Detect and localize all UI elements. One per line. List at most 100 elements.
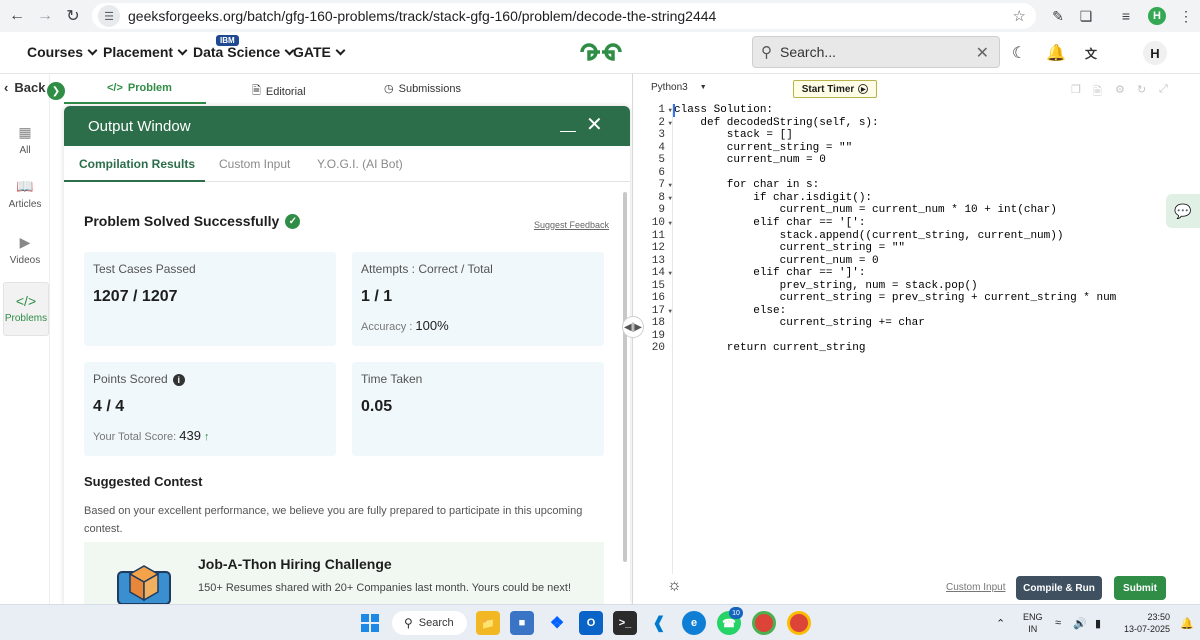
clock[interactable]: 23:50 13-07-2025 <box>1122 611 1170 635</box>
expand-sidebar-button[interactable]: ❯ <box>47 82 65 100</box>
fold-arrow-icon[interactable]: ▼ <box>668 182 672 189</box>
tab-problem[interactable]: </> Problem <box>107 82 172 94</box>
contest-name[interactable]: Job-A-Thon Hiring Challenge <box>198 556 392 572</box>
fullscreen-icon[interactable]: ⤢ <box>1159 83 1168 96</box>
menu-gate[interactable]: GATE <box>293 44 346 60</box>
sidebar-item-articles[interactable]: 📖 Articles <box>0 178 50 210</box>
language-select[interactable]: Python3 ▼ <box>651 82 707 93</box>
translate-icon[interactable]: 文 <box>1080 42 1102 64</box>
site-info-icon[interactable]: ☰ <box>98 5 120 27</box>
suggest-feedback-link[interactable]: Suggest Feedback <box>534 220 609 230</box>
user-avatar[interactable]: H <box>1143 41 1167 65</box>
address-bar[interactable]: ☰ geeksforgeeks.org/batch/gfg-160-proble… <box>92 3 1036 29</box>
menu-placement[interactable]: Placement <box>103 44 188 60</box>
battery-icon[interactable]: ▮ <box>1095 617 1101 630</box>
notification-bell-icon[interactable]: 🔔 <box>1045 42 1067 64</box>
fold-arrow-icon[interactable]: ▼ <box>668 107 672 114</box>
code-line[interactable]: return current_string <box>674 342 866 354</box>
media-icon[interactable]: ≡ <box>1114 4 1138 28</box>
clear-search-icon[interactable]: ✕ <box>976 43 989 63</box>
wifi-icon[interactable]: ≈ <box>1055 617 1061 629</box>
tab-compilation-results[interactable]: Compilation Results <box>79 157 195 171</box>
gfg-logo[interactable] <box>576 40 626 64</box>
code-line[interactable]: stack = [] <box>674 129 793 141</box>
file-explorer-icon[interactable]: 📁 <box>476 611 500 635</box>
tab-custom-input[interactable]: Custom Input <box>219 157 290 171</box>
dark-mode-moon-icon[interactable]: ☾ <box>1008 42 1030 64</box>
menu-courses[interactable]: Courses <box>27 44 98 60</box>
code-line[interactable]: elif char == ']': <box>674 267 865 279</box>
tray-expand-icon[interactable]: ⌃ <box>996 617 1005 630</box>
taskbar-search[interactable]: ⚲ Search <box>392 611 467 635</box>
pen-icon[interactable]: ✎ <box>1046 4 1070 28</box>
tab-yogi-ai-bot[interactable]: Y.O.G.I. (AI Bot) <box>317 157 403 171</box>
terminal-icon[interactable]: >_ <box>613 611 637 635</box>
settings-icon[interactable]: ⚙ <box>1115 83 1125 96</box>
submit-button[interactable]: Submit <box>1114 576 1166 600</box>
code-line[interactable]: current_num = current_num * 10 + int(cha… <box>674 204 1057 216</box>
minimize-icon[interactable] <box>560 120 576 132</box>
code-line[interactable]: else: <box>674 305 786 317</box>
reload-icon[interactable]: ↻ <box>60 3 86 29</box>
code-line[interactable]: current_num = 0 <box>674 255 879 267</box>
code-line[interactable]: stack.append((current_string, current_nu… <box>674 230 1064 242</box>
info-icon[interactable]: i <box>172 374 185 386</box>
store-icon[interactable]: ■ <box>510 611 534 635</box>
code-line[interactable]: if char.isdigit(): <box>674 192 872 204</box>
code-line[interactable]: current_string = "" <box>674 142 852 154</box>
code-line[interactable]: elif char == '[': <box>674 217 865 229</box>
file-icon[interactable]: 🗎 <box>1093 83 1102 102</box>
fold-arrow-icon[interactable]: ▼ <box>668 270 672 277</box>
tab-editorial-label: Editorial <box>265 85 306 98</box>
menu-data-science[interactable]: Data Science <box>193 44 295 60</box>
windows-start-icon[interactable] <box>358 611 382 635</box>
compile-run-button[interactable]: Compile & Run <box>1016 576 1102 600</box>
vscode-icon[interactable]: ❰ <box>647 611 671 635</box>
resize-handle-icon[interactable]: ◀|▶ <box>622 316 644 338</box>
tab-editorial[interactable]: 🗎 Editorial <box>252 82 306 101</box>
fold-arrow-icon[interactable]: ▼ <box>668 220 672 227</box>
close-icon[interactable]: ✕ <box>586 115 603 135</box>
edge-icon[interactable]: e <box>682 611 706 635</box>
sidebar-item-videos[interactable]: ▶ Videos <box>0 234 50 266</box>
menu-dots-icon[interactable]: ⋮ <box>1174 4 1198 28</box>
profile-avatar[interactable]: H <box>1145 4 1169 28</box>
chat-icon[interactable]: 💬 <box>1166 194 1200 228</box>
language-indicator[interactable]: ENG IN <box>1023 611 1043 635</box>
bookmark-star-icon[interactable]: ☆ <box>1013 7 1026 25</box>
outlook-icon[interactable]: O <box>579 611 603 635</box>
copy-icon[interactable]: ❐ <box>1071 83 1081 96</box>
fold-arrow-icon[interactable]: ▼ <box>668 120 672 127</box>
sidebar-item-problems[interactable]: </> Problems <box>3 282 49 336</box>
code-line[interactable]: prev_string, num = stack.pop() <box>674 280 978 292</box>
contest-card[interactable]: Job-A-Thon Hiring Challenge 150+ Resumes… <box>84 542 604 604</box>
dropbox-icon[interactable]: ❖ <box>545 611 569 635</box>
back-button[interactable]: ‹ Back <box>4 80 45 95</box>
code-line[interactable]: current_string = prev_string + current_s… <box>674 292 1117 304</box>
extensions-icon[interactable]: ❏ <box>1074 4 1098 28</box>
chrome-icon[interactable] <box>752 611 776 635</box>
scrollbar[interactable] <box>623 192 627 562</box>
code-line[interactable]: current_string += char <box>674 317 925 329</box>
fold-arrow-icon[interactable]: ▼ <box>668 308 672 315</box>
sidebar-item-all[interactable]: ▦ All <box>0 124 50 156</box>
fold-arrow-icon[interactable]: ▼ <box>668 195 672 202</box>
notification-bell-icon[interactable]: 🔔 <box>1180 617 1194 630</box>
code-editor[interactable]: 1 ▼ 2 ▼ 3 4 5 6 7 ▼ 8 ▼ 9 10 ▼ 11 12 13 14 ▼ 15 16 17 ▼ 18 19 20 c… <box>633 104 1200 574</box>
custom-input-link[interactable]: Custom Input <box>946 582 1005 593</box>
code-line[interactable]: current_string = "" <box>674 242 905 254</box>
code-line[interactable]: current_num = 0 <box>674 154 826 166</box>
url-text[interactable]: geeksforgeeks.org/batch/gfg-160-problems… <box>128 8 716 24</box>
search-input[interactable]: ⚲ Search... ✕ <box>752 36 1000 68</box>
code-line[interactable]: for char in s: <box>674 179 819 191</box>
chrome-profile-icon[interactable] <box>787 611 811 635</box>
reset-icon[interactable]: ↻ <box>1137 83 1146 96</box>
back-arrow-icon[interactable]: ← <box>4 3 30 29</box>
volume-icon[interactable]: 🔊 <box>1073 617 1087 630</box>
code-line[interactable]: class Solution: <box>674 104 773 116</box>
lightbulb-hint-icon[interactable]: ☼ <box>667 577 682 595</box>
tab-submissions[interactable]: ◷ Submissions <box>384 82 461 96</box>
code-line[interactable]: def decodedString(self, s): <box>674 117 878 129</box>
start-timer-button[interactable]: Start Timer ▶ <box>793 80 877 98</box>
forward-arrow-icon[interactable]: → <box>32 3 58 29</box>
